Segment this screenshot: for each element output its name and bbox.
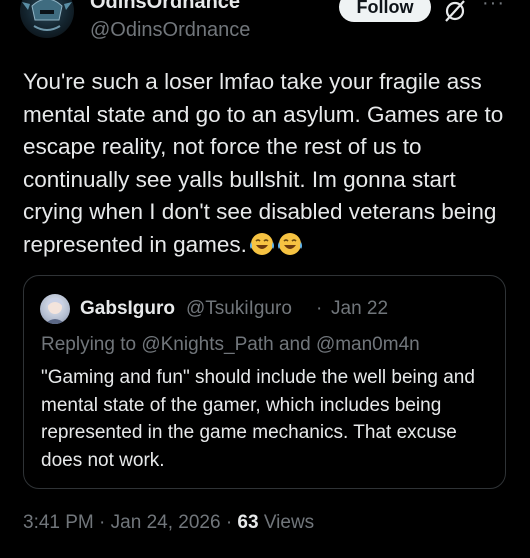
- helmet-logo-icon: [22, 0, 72, 31]
- tweet-body: You're such a loser lmfao take your frag…: [23, 69, 504, 257]
- laughing-crying-emoji-icon: [249, 232, 302, 255]
- quoted-handle[interactable]: @TsukiIguro: [186, 298, 292, 320]
- views-label: Views: [263, 512, 315, 533]
- and-word: and: [278, 334, 311, 355]
- separator-dot: ·: [99, 512, 106, 533]
- author-avatar[interactable]: [20, 0, 74, 38]
- mention-link[interactable]: @man0m4n: [316, 334, 420, 355]
- quoted-date[interactable]: Jan 22: [331, 298, 388, 320]
- quoted-tweet-text: "Gaming and fun" should include the well…: [41, 367, 475, 471]
- anime-avatar-icon: [45, 297, 65, 324]
- tweet-time[interactable]: 3:41 PM: [23, 512, 94, 533]
- mention-link[interactable]: @Knights_Path: [141, 334, 273, 355]
- author-display-name[interactable]: OdinsOrdnance: [90, 0, 240, 14]
- quoted-display-name[interactable]: GabsIguro: [80, 298, 175, 320]
- tweet-date[interactable]: Jan 24, 2026: [111, 512, 221, 533]
- separator-dot: ·: [316, 298, 323, 319]
- tweet-meta: 3:41 PM · Jan 24, 2026 · 63 Views: [23, 512, 314, 534]
- follow-button[interactable]: Follow: [339, 0, 431, 22]
- more-options-icon[interactable]: ···: [482, 0, 505, 15]
- replying-prefix: Replying to: [41, 334, 137, 355]
- grok-icon[interactable]: [442, 0, 468, 24]
- emoji-group: [249, 231, 303, 267]
- quoted-tweet[interactable]: GabsIguro @TsukiIguro · Jan 22 Replying …: [23, 275, 506, 489]
- tweet-header: OdinsOrdnance @OdinsOrdnance Follow ···: [0, 0, 530, 60]
- quoted-author-avatar[interactable]: [40, 294, 70, 324]
- replying-to-line: Replying to @Knights_Path and @man0m4n: [41, 334, 420, 356]
- author-handle[interactable]: @OdinsOrdnance: [90, 19, 250, 42]
- tweet-text: You're such a loser lmfao take your frag…: [23, 66, 518, 266]
- views-count: 63: [237, 512, 259, 533]
- separator-dot: ·: [225, 512, 233, 533]
